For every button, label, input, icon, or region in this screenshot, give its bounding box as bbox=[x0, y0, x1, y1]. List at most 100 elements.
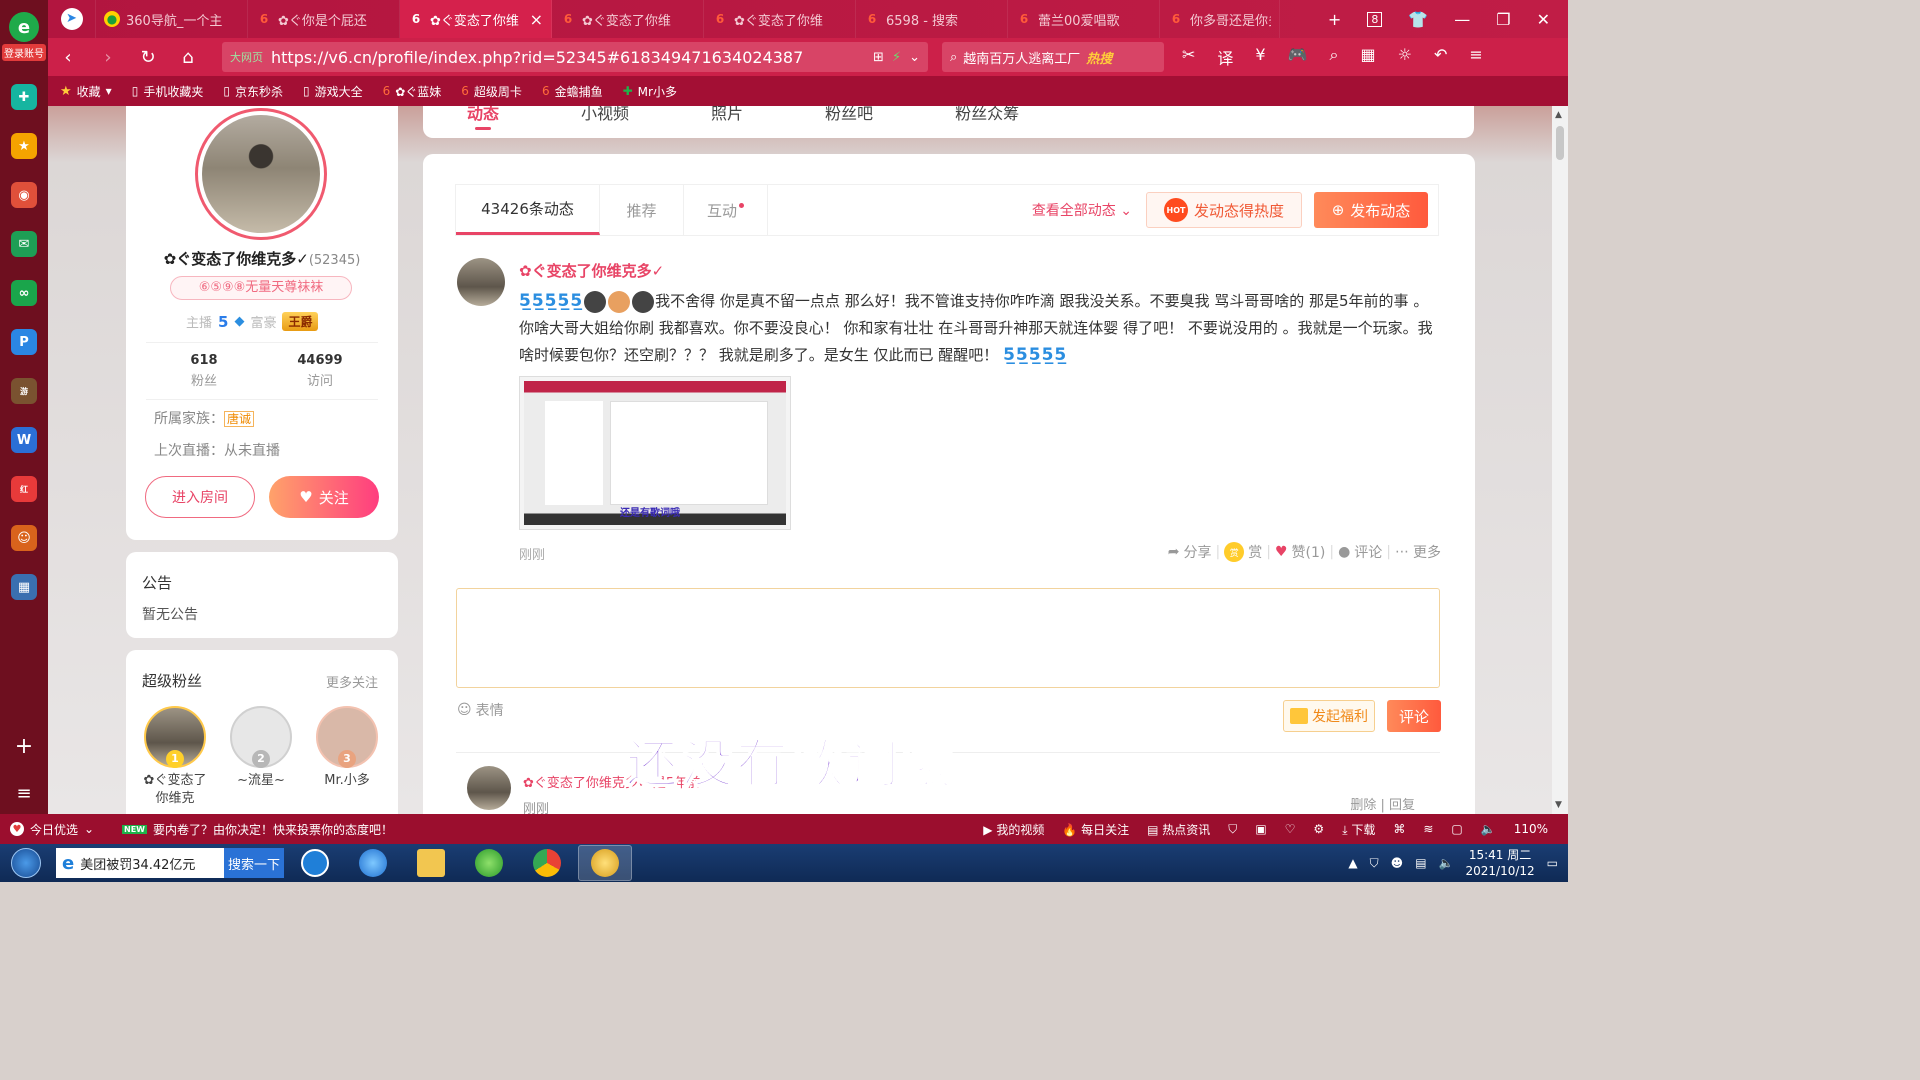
tab-count-badge[interactable]: 8 bbox=[1367, 11, 1383, 27]
hot-news-link[interactable]: ▤ 热点资讯 bbox=[1147, 821, 1210, 838]
more-button[interactable]: 更多 bbox=[1413, 542, 1441, 562]
emoji-button[interactable]: ☺ 表情 bbox=[457, 700, 504, 720]
tab-4[interactable]: 6 ✿ぐ变态了你维 bbox=[552, 0, 704, 38]
sidebar-app-city-icon[interactable]: ▦ bbox=[11, 574, 37, 600]
gamepad-icon[interactable]: 🎮 bbox=[1288, 45, 1308, 69]
taskbar-ie[interactable] bbox=[346, 845, 400, 881]
family-name[interactable]: 唐诚 bbox=[224, 411, 255, 427]
clock[interactable]: 15:41 周二 2021/10/12 bbox=[1465, 847, 1534, 879]
tab-all-dynamics[interactable]: 43426条动态 bbox=[456, 185, 600, 235]
wifi-icon[interactable]: ≋ bbox=[1423, 822, 1433, 836]
coin-icon[interactable]: ¥ bbox=[1255, 45, 1265, 69]
taskbar-search-button[interactable]: 搜索一下 bbox=[224, 848, 284, 878]
more-follows-link[interactable]: 更多关注 bbox=[326, 672, 378, 691]
comment-action-button[interactable]: 评论 bbox=[1354, 542, 1382, 562]
like-heart-icon[interactable]: ♥ bbox=[1275, 544, 1288, 560]
tab-crowdfunding[interactable]: 粉丝众筹 bbox=[955, 106, 1019, 124]
brightness-icon[interactable]: ☼ bbox=[1398, 45, 1412, 69]
more-dots-icon[interactable]: ⋯ bbox=[1395, 544, 1409, 560]
url-input[interactable]: 大网页 https://v6.cn/profile/index.php?rid=… bbox=[222, 42, 928, 72]
submit-comment-button[interactable]: 评论 bbox=[1387, 700, 1441, 732]
bookmark-mobile[interactable]: ▯ 手机收藏夹 bbox=[132, 83, 204, 100]
tab-dynamics[interactable]: 动态 bbox=[467, 106, 499, 130]
bookmark-jd[interactable]: ▯ 京东秒杀 bbox=[223, 83, 283, 100]
sidebar-app-mail-icon[interactable]: ✉ bbox=[11, 231, 37, 257]
shield-icon[interactable]: ⛉ bbox=[1228, 822, 1237, 837]
bolt-icon[interactable]: ⚡ bbox=[892, 50, 901, 65]
tab-7[interactable]: 6 蕾兰00爱唱歌 bbox=[1008, 0, 1160, 38]
bookmark-weekcard[interactable]: 6 超级周卡 bbox=[461, 83, 522, 100]
post-image[interactable]: 还是有歌词哦 bbox=[519, 376, 791, 530]
share-icon[interactable]: ➦ bbox=[1168, 544, 1180, 560]
search-input[interactable]: ⌕ 越南百万人逃离工厂 热搜 bbox=[942, 42, 1164, 72]
fans-count[interactable]: 618 粉丝 bbox=[146, 343, 262, 399]
start-button[interactable] bbox=[0, 844, 52, 882]
bookmark-favorites[interactable]: ★ 收藏 ▾ bbox=[60, 83, 112, 100]
security-shield-icon[interactable]: ⛉ bbox=[1370, 856, 1379, 871]
heart-outline-icon[interactable]: ♡ bbox=[1285, 822, 1296, 836]
shirt-skin-icon[interactable]: 👕 bbox=[1408, 10, 1428, 29]
download-link[interactable]: ⤓ 下载 bbox=[1342, 821, 1375, 838]
sidebar-app-p-icon[interactable]: P bbox=[11, 329, 37, 355]
home-icon[interactable]: ⌂ bbox=[168, 47, 208, 68]
comment-bubble-icon[interactable]: ● bbox=[1338, 544, 1350, 560]
reward-icon[interactable]: 赏 bbox=[1224, 542, 1245, 562]
translate-icon[interactable]: 译 bbox=[1217, 45, 1233, 69]
new-tab-icon[interactable]: + bbox=[1328, 10, 1341, 29]
sidebar-app-word-icon[interactable]: W bbox=[11, 427, 37, 453]
fan-item[interactable]: 3 Mr.小多 bbox=[314, 706, 380, 790]
sidebar-app-game-icon[interactable]: 游 bbox=[11, 378, 37, 404]
magnifier-icon[interactable]: ⌕ bbox=[1330, 45, 1339, 69]
my-videos-link[interactable]: ▶ 我的视频 bbox=[983, 821, 1044, 838]
tab-short-videos[interactable]: 小视频 bbox=[581, 106, 629, 124]
tab-5[interactable]: 6 ✿ぐ变态了你维 bbox=[704, 0, 856, 38]
post-author-name[interactable]: ✿ぐ变态了你维克多✓ bbox=[519, 260, 664, 281]
view-all-dynamics-dropdown[interactable]: 查看全部动态 ⌄ bbox=[1032, 200, 1132, 220]
sidebar-app-plus-icon[interactable]: ✚ bbox=[11, 84, 37, 110]
news-ticker[interactable]: NEW 要内卷了？由你决定！快来投票你的态度吧！ bbox=[122, 821, 393, 838]
profile-avatar[interactable] bbox=[195, 108, 327, 240]
network-icon[interactable]: ▤ bbox=[1415, 856, 1426, 870]
taskbar-qq-active[interactable] bbox=[578, 845, 632, 881]
fan-item[interactable]: 1 ✿ぐ变态了你维克 bbox=[142, 706, 208, 808]
taskbar-chrome[interactable] bbox=[520, 845, 574, 881]
forward-icon[interactable]: › bbox=[88, 47, 128, 68]
undo-icon[interactable]: ↶ bbox=[1434, 45, 1447, 69]
browser-menu-icon[interactable]: ≡ bbox=[1469, 45, 1482, 69]
daily-follow-link[interactable]: 🔥 每日关注 bbox=[1062, 821, 1129, 838]
bookmark-lanmei[interactable]: 6 ✿ぐ蓝妹 bbox=[383, 83, 442, 100]
volume-icon[interactable]: 🔈 bbox=[1481, 822, 1496, 836]
fan-item[interactable]: 2 ~流星~ bbox=[228, 706, 294, 790]
zoom-level[interactable]: 110% bbox=[1514, 822, 1548, 836]
share-button[interactable]: 分享 bbox=[1184, 542, 1212, 562]
comment-delete-reply[interactable]: 删除 | 回复 bbox=[1350, 794, 1415, 813]
tab-2[interactable]: 6 ✿ぐ你是个屁还 bbox=[248, 0, 400, 38]
minimize-icon[interactable]: — bbox=[1454, 10, 1470, 29]
scrollbar-thumb[interactable] bbox=[1556, 126, 1564, 160]
tab-photos[interactable]: 照片 bbox=[711, 106, 743, 124]
scissors-icon[interactable]: ✂ bbox=[1182, 45, 1195, 69]
taskbar-explorer[interactable] bbox=[404, 845, 458, 881]
sidebar-add-icon[interactable]: + bbox=[15, 734, 33, 759]
back-icon[interactable]: ‹ bbox=[48, 47, 88, 68]
post-for-heat-button[interactable]: HOT 发动态得热度 bbox=[1146, 192, 1302, 228]
chevron-down-icon[interactable]: ⌄ bbox=[909, 50, 920, 65]
reload-icon[interactable]: ↻ bbox=[128, 47, 168, 68]
browser-home-arrow-icon[interactable]: ➤ bbox=[48, 0, 96, 38]
reward-button[interactable]: 赏 bbox=[1248, 542, 1262, 562]
bookmark-fishing[interactable]: 6 金蟾捕鱼 bbox=[542, 83, 603, 100]
sidebar-app-weibo-icon[interactable]: ◉ bbox=[11, 182, 37, 208]
scroll-down-icon[interactable]: ▼ bbox=[1555, 800, 1562, 810]
speed-icon[interactable]: ⚙ bbox=[1313, 822, 1324, 836]
taskbar-search-input[interactable]: e 美团被罚34.42亿元 bbox=[56, 848, 224, 878]
like-button[interactable]: 赞(1) bbox=[1292, 542, 1326, 562]
start-welfare-button[interactable]: 发起福利 bbox=[1283, 700, 1375, 732]
tab-recommend[interactable]: 推荐 bbox=[600, 185, 684, 235]
close-tab-icon[interactable]: × bbox=[530, 10, 543, 29]
bookmark-mrxiaoduo[interactable]: ✚ Mr小多 bbox=[623, 83, 677, 100]
tab-interaction[interactable]: 互动 bbox=[684, 185, 768, 235]
enter-room-button[interactable]: 进入房间 bbox=[145, 476, 255, 518]
taskbar-k-app[interactable] bbox=[288, 845, 342, 881]
login-account[interactable]: e 登录账号 bbox=[2, 12, 46, 61]
taskbar-360[interactable] bbox=[462, 845, 516, 881]
